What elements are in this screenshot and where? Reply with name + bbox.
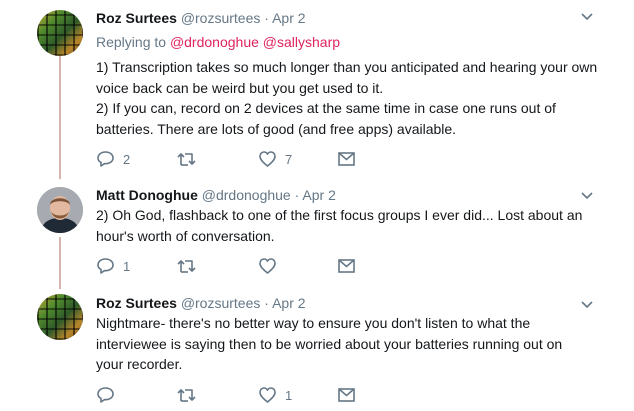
tweet-date[interactable]: Apr 2	[302, 187, 335, 203]
like-icon	[259, 151, 276, 167]
like-button[interactable]: 7	[258, 149, 292, 169]
retweet-button[interactable]	[176, 385, 206, 405]
tweet-actions: 1	[96, 256, 396, 276]
display-name[interactable]: Roz Surtees	[96, 10, 177, 26]
reply-button[interactable]	[96, 385, 123, 405]
chevron-down-icon[interactable]	[580, 300, 594, 310]
message-icon	[338, 388, 355, 402]
tweet[interactable]: Roz Surtees @rozsurtees · Apr 2 Replying…	[0, 8, 634, 178]
like-button[interactable]	[258, 256, 285, 276]
retweet-button[interactable]	[176, 149, 206, 169]
like-count: 7	[285, 151, 293, 167]
tweet-text: 2) Oh God, flashback to one of the first…	[96, 205, 616, 246]
tweet-actions: 1	[96, 385, 396, 405]
message-button[interactable]	[337, 256, 356, 276]
tweet-header: Roz Surtees @rozsurtees · Apr 2	[96, 294, 306, 312]
retweet-icon	[177, 153, 196, 166]
message-button[interactable]	[337, 385, 356, 405]
like-icon	[259, 258, 276, 274]
retweet-icon	[177, 389, 196, 402]
display-name[interactable]: Roz Surtees	[96, 295, 177, 311]
reply-icon	[97, 151, 114, 167]
separator-dot: ·	[294, 187, 300, 203]
separator-dot: ·	[264, 10, 269, 26]
reply-count: 1	[123, 258, 131, 274]
like-icon	[259, 387, 276, 403]
reply-icon	[97, 258, 114, 274]
reply-icon	[97, 387, 114, 403]
mention-link[interactable]: @sallysharp	[263, 34, 340, 50]
replying-to-label: Replying to	[96, 34, 167, 50]
mention-link[interactable]: @drdonoghue	[170, 34, 259, 50]
like-button[interactable]: 1	[258, 385, 292, 405]
tweet-text-line: Nightmare- there's no better way to ensu…	[96, 315, 531, 331]
tweet-text-line: interviewee is saying then to be worried…	[96, 335, 563, 352]
tweet-text: 1) Transcription takes so much longer th…	[96, 57, 616, 139]
tweet[interactable]: Matt Donoghue @drdonoghue · Apr 2 2) Oh …	[0, 185, 634, 285]
tweet-header: Matt Donoghue @drdonoghue · Apr 2	[96, 186, 336, 204]
avatar[interactable]	[37, 187, 83, 233]
reply-count: 2	[123, 151, 131, 167]
reply-button[interactable]: 2	[96, 149, 130, 169]
tweet-text-line: 2) Oh God, flashback to one of the first…	[96, 207, 583, 223]
tweet-actions: 2 7	[96, 149, 396, 169]
reply-button[interactable]: 1	[96, 256, 130, 276]
tweet[interactable]: Roz Surtees @rozsurtees · Apr 2 Nightmar…	[0, 293, 634, 411]
handle[interactable]: @rozsurtees	[181, 10, 261, 26]
tweet-header: Roz Surtees @rozsurtees · Apr 2	[96, 9, 306, 27]
tweet-text-line: voice back can be weird but you get used…	[96, 79, 384, 96]
tweet-text: Nightmare- there's no better way to ensu…	[96, 313, 616, 375]
display-name[interactable]: Matt Donoghue	[96, 187, 198, 203]
message-button[interactable]	[337, 149, 356, 169]
tweet-text-line: your recorder.	[96, 356, 183, 372]
avatar-photo	[37, 187, 83, 233]
tweet-text-line: hour's worth of conversation.	[96, 227, 275, 244]
like-count: 1	[285, 387, 293, 403]
handle[interactable]: @drdonoghue	[202, 187, 291, 203]
replying-to: Replying to @drdonoghue @sallysharp	[96, 34, 340, 50]
tweet-text-line: 2) If you can, record on 2 devices at th…	[96, 100, 556, 116]
message-icon	[338, 259, 355, 273]
tweet-text-line: 1) Transcription takes so much longer th…	[96, 59, 598, 75]
message-icon	[338, 152, 355, 166]
retweet-icon	[177, 260, 196, 273]
tweet-date[interactable]: Apr 2	[272, 295, 305, 311]
tweet-date[interactable]: Apr 2	[272, 10, 305, 26]
chevron-down-icon[interactable]	[580, 12, 594, 22]
avatar[interactable]	[37, 294, 83, 340]
handle[interactable]: @rozsurtees	[181, 295, 261, 311]
tweet-text-line: batteries. There are lots of good (and f…	[96, 120, 457, 137]
separator-dot: ·	[264, 295, 269, 311]
retweet-button[interactable]	[176, 256, 206, 276]
chevron-down-icon[interactable]	[580, 191, 594, 201]
avatar[interactable]	[37, 10, 83, 56]
